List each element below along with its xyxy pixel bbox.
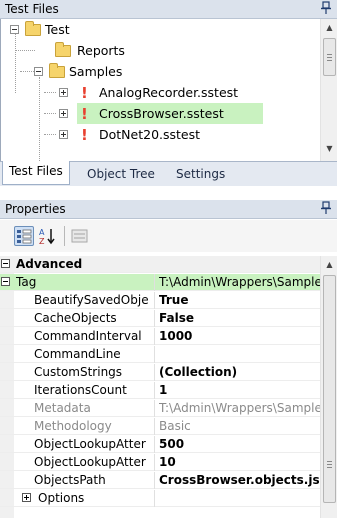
property-name: Methodology xyxy=(34,419,112,433)
property-pages-icon[interactable] xyxy=(70,226,90,246)
folder-icon xyxy=(55,42,71,57)
tab-test-files[interactable]: Test Files xyxy=(2,161,70,185)
pin-icon[interactable] xyxy=(321,201,331,218)
collapse-icon[interactable] xyxy=(1,259,10,268)
tree-item-label: CrossBrowser.sstest xyxy=(99,106,224,121)
property-value[interactable]: 1000 xyxy=(159,329,320,343)
collapse-icon[interactable] xyxy=(34,67,43,76)
tab-settings[interactable]: Settings xyxy=(170,164,231,185)
property-value[interactable]: Basic xyxy=(159,419,320,433)
tree-item-label: Samples xyxy=(69,64,123,79)
property-value[interactable]: T:\Admin\Wrappers\Sample xyxy=(159,401,320,415)
collapse-icon[interactable] xyxy=(1,277,10,286)
expand-icon[interactable] xyxy=(22,493,31,502)
property-grid[interactable]: Advanced Tag T:\Admin\Wrappers\Sample Be… xyxy=(0,256,337,518)
property-row[interactable]: ObjectLookupAtter 500 xyxy=(0,436,320,453)
property-grid-scrollbar[interactable]: ▲ xyxy=(320,256,337,518)
property-name: ObjectLookupAtter xyxy=(34,437,146,451)
tree-item-analogrecorder[interactable]: ! AnalogRecorder.sstest xyxy=(1,82,321,103)
svg-text:A: A xyxy=(39,228,45,237)
scrollbar-thumb[interactable] xyxy=(323,38,336,76)
tree-scrollbar[interactable]: ▲ ▼ xyxy=(320,19,337,161)
collapse-icon[interactable] xyxy=(10,25,19,34)
scroll-up-icon[interactable]: ▲ xyxy=(321,256,337,273)
property-name: BeautifySavedObje xyxy=(34,293,149,307)
pin-icon[interactable] xyxy=(321,1,331,18)
property-row[interactable]: Methodology Basic xyxy=(0,418,320,435)
property-value[interactable]: False xyxy=(159,311,320,325)
tree-item-reports[interactable]: Reports xyxy=(1,40,321,61)
property-name: ObjectsPath xyxy=(34,473,106,487)
categorized-view-icon[interactable] xyxy=(14,226,34,246)
svg-text:Z: Z xyxy=(39,237,45,246)
scrollbar-thumb[interactable] xyxy=(323,275,336,503)
property-name: CacheObjects xyxy=(34,311,117,325)
folder-icon xyxy=(49,63,65,78)
test-warning-icon: ! xyxy=(81,105,88,123)
scroll-up-icon[interactable]: ▲ xyxy=(321,19,337,36)
property-name: Metadata xyxy=(34,401,91,415)
property-row[interactable]: CustomStrings (Collection) xyxy=(0,364,320,381)
property-row[interactable]: Metadata T:\Admin\Wrappers\Sample xyxy=(0,400,320,417)
property-row[interactable]: CacheObjects False xyxy=(0,310,320,327)
property-row[interactable]: IterationsCount 1 xyxy=(0,382,320,399)
property-value[interactable]: 10 xyxy=(159,455,320,469)
test-files-title-bar: Test Files xyxy=(0,0,337,19)
properties-toolbar: A Z xyxy=(0,220,337,252)
tree-item-label: DotNet20.sstest xyxy=(99,127,201,142)
property-row[interactable]: BeautifySavedObje True xyxy=(0,292,320,309)
tree-item-samples[interactable]: Samples xyxy=(1,61,321,82)
property-row[interactable]: CommandLine xyxy=(0,346,320,363)
category-label: Advanced xyxy=(16,257,83,271)
property-name: IterationsCount xyxy=(34,383,127,397)
tab-object-tree[interactable]: Object Tree xyxy=(81,164,161,185)
test-files-tree[interactable]: Test Reports Samples ! AnalogRecorder.ss… xyxy=(0,19,337,161)
expand-icon[interactable] xyxy=(59,130,68,139)
tree-item-label: Reports xyxy=(77,43,125,58)
property-name: CommandInterval xyxy=(34,329,142,343)
property-value[interactable]: CrossBrowser.objects.js xyxy=(159,473,320,487)
property-row[interactable]: Tag T:\Admin\Wrappers\Sample xyxy=(0,274,320,291)
tree-item-dotnet20[interactable]: ! DotNet20.sstest xyxy=(1,124,321,145)
alphabetical-sort-icon[interactable]: A Z xyxy=(38,226,58,246)
property-row[interactable]: Options xyxy=(0,490,320,507)
property-row[interactable]: ObjectLookupAtter 10 xyxy=(0,454,320,471)
tree-item-test[interactable]: Test xyxy=(1,19,321,40)
test-warning-icon: ! xyxy=(81,84,88,102)
tree-item-label: Test xyxy=(45,22,70,37)
panel-tab-strip: Test Files Object Tree Settings xyxy=(0,161,337,186)
property-name: Tag xyxy=(16,275,37,289)
property-name: ObjectLookupAtter xyxy=(34,455,146,469)
property-name: CustomStrings xyxy=(34,365,123,379)
tree-item-crossbrowser[interactable]: ! CrossBrowser.sstest xyxy=(1,103,321,124)
property-row[interactable]: ObjectsPath CrossBrowser.objects.js xyxy=(0,472,320,489)
property-name: CommandLine xyxy=(34,347,121,361)
scroll-down-icon[interactable]: ▼ xyxy=(321,140,337,157)
property-name: Options xyxy=(38,491,85,505)
property-value[interactable]: 500 xyxy=(159,437,320,451)
property-row[interactable]: CommandInterval 1000 xyxy=(0,328,320,345)
properties-title: Properties xyxy=(5,202,66,216)
expand-icon[interactable] xyxy=(59,109,68,118)
tree-item-label: AnalogRecorder.sstest xyxy=(99,85,239,100)
expand-icon[interactable] xyxy=(59,88,68,97)
test-warning-icon: ! xyxy=(81,126,88,144)
property-value[interactable]: True xyxy=(159,293,320,307)
folder-icon xyxy=(25,21,41,36)
properties-title-bar: Properties xyxy=(0,200,337,219)
category-advanced[interactable]: Advanced xyxy=(0,256,320,273)
property-value[interactable]: (Collection) xyxy=(159,365,320,379)
test-files-title: Test Files xyxy=(5,2,59,16)
property-value[interactable]: T:\Admin\Wrappers\Sample xyxy=(159,275,320,289)
property-value[interactable]: 1 xyxy=(159,383,320,397)
